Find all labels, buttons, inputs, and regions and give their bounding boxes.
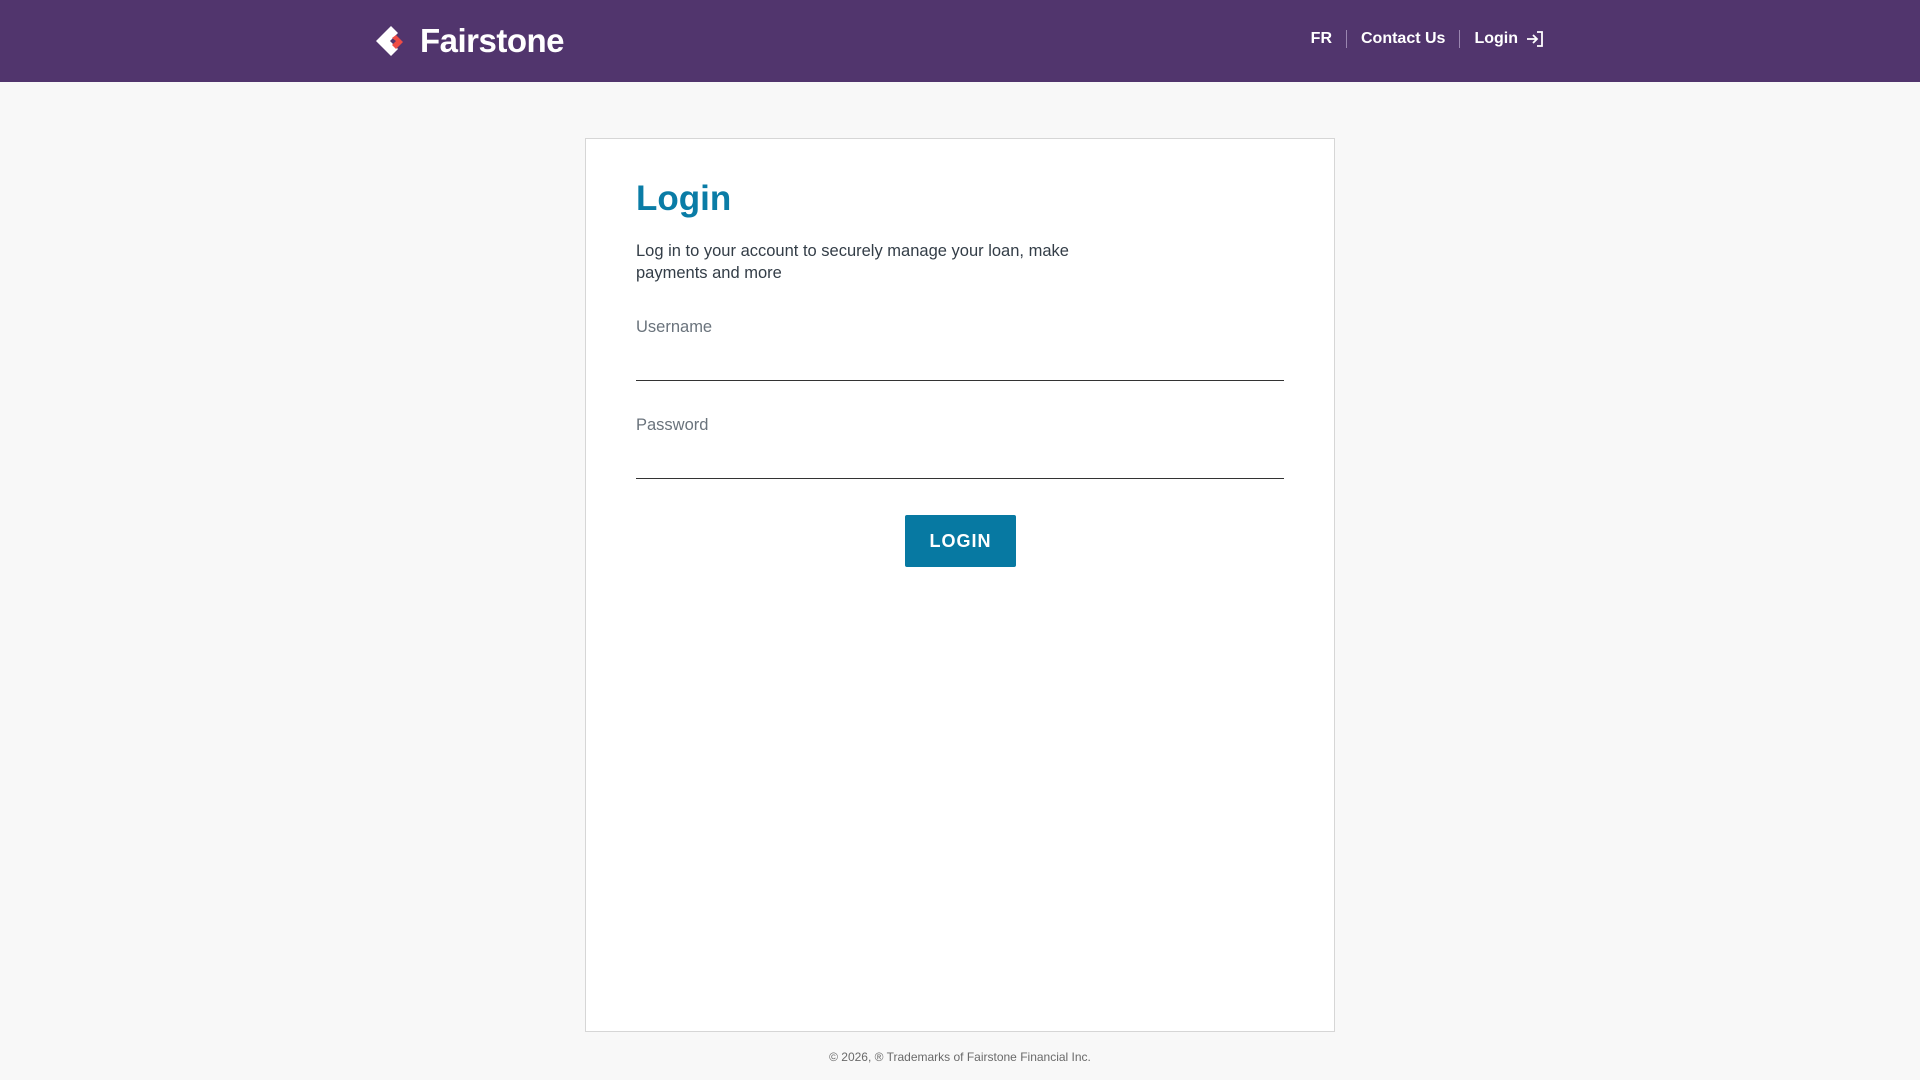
contact-us-link[interactable]: Contact Us: [1361, 30, 1445, 48]
top-header: Fairstone FR Contact Us Login: [0, 0, 1920, 82]
fairstone-logo[interactable]: Fairstone: [374, 18, 565, 64]
login-link-label: Login: [1474, 30, 1518, 47]
login-card: Login Log in to your account to securely…: [585, 138, 1335, 1032]
login-button[interactable]: LOGIN: [905, 515, 1016, 567]
username-input[interactable]: [636, 347, 1284, 381]
footer-copyright: © 2026, ® Trademarks of Fairstone Financ…: [829, 1050, 1091, 1064]
nav-divider: [1346, 30, 1347, 48]
sign-in-icon: [1527, 31, 1543, 47]
login-link[interactable]: Login: [1474, 30, 1544, 48]
password-input[interactable]: [636, 445, 1284, 479]
page-title: Login: [636, 179, 732, 218]
header-nav: FR Contact Us Login: [1311, 30, 1544, 48]
language-toggle-link[interactable]: FR: [1311, 30, 1332, 48]
logo-mark-icon: [374, 21, 414, 61]
logo-text: Fairstone: [420, 22, 565, 59]
username-label: Username: [636, 318, 713, 336]
login-description: Log in to your account to securely manag…: [636, 242, 1069, 282]
nav-divider: [1459, 30, 1461, 48]
password-label: Password: [636, 416, 709, 434]
